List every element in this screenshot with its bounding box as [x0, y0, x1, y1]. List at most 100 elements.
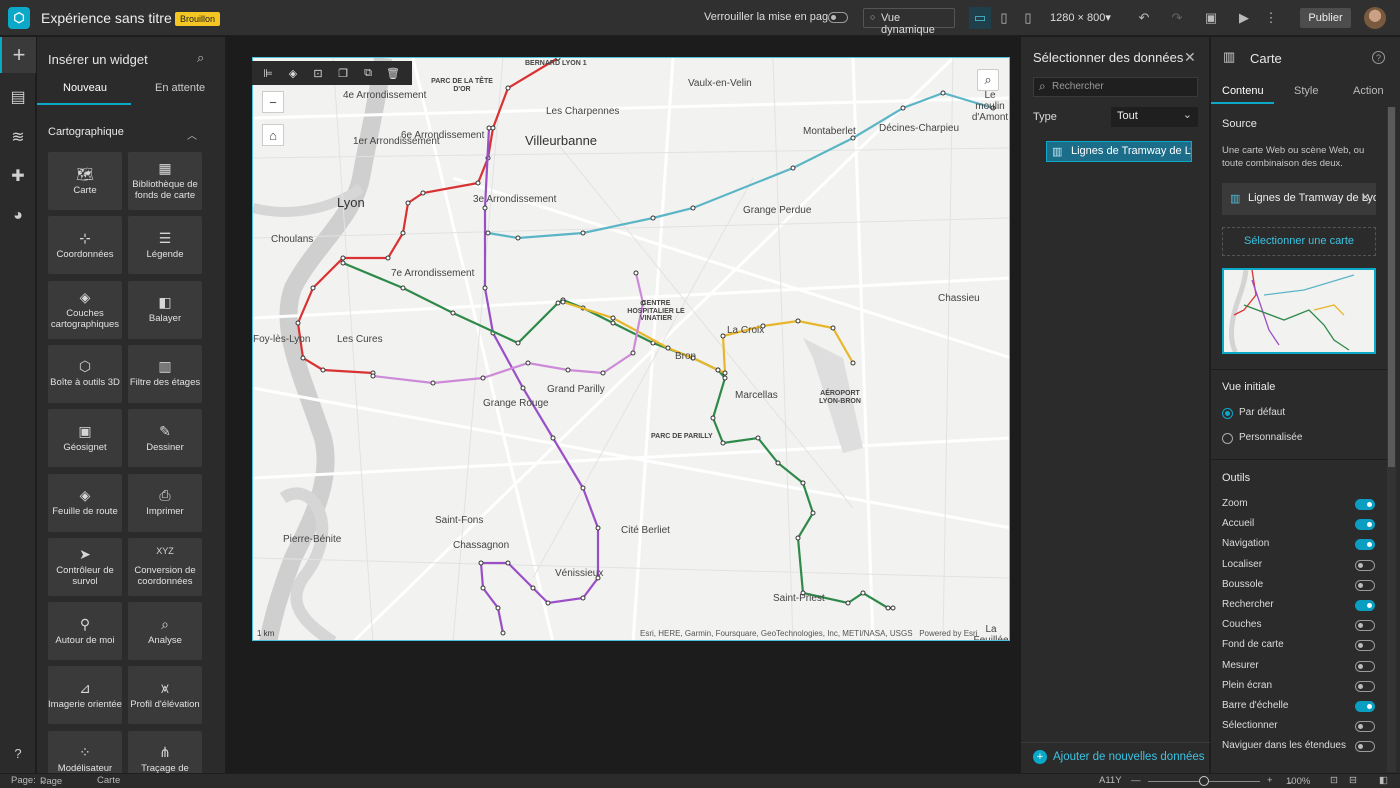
scrollbar-thumb[interactable] — [1388, 107, 1395, 467]
tram-stop[interactable] — [830, 325, 836, 331]
tool-toggle[interactable] — [1355, 579, 1375, 591]
tool-toggle[interactable] — [1355, 701, 1375, 712]
tram-line-t5[interactable] — [562, 300, 854, 375]
radio-custom[interactable] — [1222, 433, 1233, 444]
tram-stop[interactable] — [385, 255, 391, 261]
tram-stop[interactable] — [400, 285, 406, 291]
phone-device-icon[interactable]: ▯ — [1017, 7, 1039, 29]
select-map-button[interactable]: Sélectionner une carte — [1222, 227, 1376, 256]
tram-stop[interactable] — [478, 560, 484, 566]
widget-fly-controller[interactable]: ➤ Contrôleur de survol — [48, 537, 122, 596]
tram-stop[interactable] — [475, 180, 481, 186]
widget-floor-filter[interactable]: ▥ Filtre des étages — [128, 344, 202, 403]
tab-action[interactable]: Action — [1353, 85, 1384, 97]
tram-stop[interactable] — [545, 600, 551, 606]
redo-icon[interactable]: ↷ — [1166, 7, 1188, 29]
tram-stop[interactable] — [850, 360, 856, 366]
tram-stop[interactable] — [320, 367, 326, 373]
widget-near-me[interactable]: ⚲ Autour de moi — [48, 602, 122, 661]
tram-stop[interactable] — [555, 300, 561, 306]
map-search-icon[interactable]: ⌕ — [977, 69, 999, 91]
widget-oriented-imagery[interactable]: ⊿ Imagerie orientée — [48, 666, 122, 725]
preview-icon[interactable]: ▶ — [1233, 7, 1255, 29]
tool-toggle[interactable] — [1355, 640, 1375, 652]
tab-new[interactable]: Nouveau — [63, 82, 107, 94]
tram-stop[interactable] — [715, 367, 721, 373]
home-icon[interactable]: ⌂ — [262, 124, 284, 146]
tram-stop[interactable] — [600, 370, 606, 376]
tram-stop[interactable] — [495, 605, 501, 611]
publish-button[interactable]: Publier — [1300, 8, 1351, 28]
tram-stop[interactable] — [485, 230, 491, 236]
tram-stop[interactable] — [722, 370, 728, 376]
search-icon[interactable]: ⌕ — [197, 50, 204, 66]
save-icon[interactable]: ▣ — [1200, 7, 1222, 29]
tram-stop[interactable] — [775, 460, 781, 466]
tram-stop[interactable] — [420, 190, 426, 196]
widget-print[interactable]: ⎙ Imprimer — [128, 473, 202, 532]
tram-stop[interactable] — [580, 595, 586, 601]
tram-stop[interactable] — [505, 85, 511, 91]
tram-stop[interactable] — [340, 260, 346, 266]
tram-stop[interactable] — [520, 385, 526, 391]
tram-stop[interactable] — [480, 375, 486, 381]
tram-stop[interactable] — [810, 510, 816, 516]
tram-stop[interactable] — [300, 355, 306, 361]
widget-layers[interactable]: ◈ Couches cartographiques — [48, 280, 122, 339]
tram-stop[interactable] — [845, 600, 851, 606]
widget-tracing[interactable]: ⋔ Traçage de — [128, 730, 202, 773]
zoom-slider-handle[interactable] — [1199, 776, 1209, 786]
undo-icon[interactable]: ↶ — [1133, 7, 1155, 29]
tram-stop[interactable] — [890, 605, 896, 611]
breadcrumb[interactable]: Carte — [97, 775, 120, 786]
add-data-button[interactable]: + Ajouter de nouvelles données — [1033, 750, 1205, 764]
tab-pending[interactable]: En attente — [155, 82, 205, 94]
widget-draw[interactable]: ✎ Dessiner — [128, 409, 202, 468]
radio-default[interactable] — [1222, 408, 1233, 419]
tool-toggle[interactable] — [1355, 741, 1375, 753]
widget-map[interactable]: 🗺 Carte — [48, 152, 122, 210]
tram-stop[interactable] — [633, 270, 639, 276]
tram-stop[interactable] — [610, 315, 616, 321]
delete-icon[interactable]: 🗑 — [382, 67, 404, 80]
tram-stop[interactable] — [486, 125, 492, 131]
tram-stop[interactable] — [480, 585, 486, 591]
chevron-up-icon[interactable]: ︿ — [187, 127, 197, 142]
scrollbar[interactable] — [1387, 107, 1396, 772]
copy-icon[interactable]: ❐ — [332, 67, 354, 80]
tram-stop[interactable] — [525, 360, 531, 366]
lock-icon[interactable]: ⊡ — [307, 67, 329, 80]
tool-toggle[interactable] — [1355, 519, 1375, 531]
widget-elevation-profile[interactable]: ⩙ Profil d'élévation — [128, 666, 202, 725]
search-input[interactable]: Rechercher — [1033, 77, 1198, 97]
align-icon[interactable]: ⊫ — [257, 67, 279, 80]
tram-stop[interactable] — [610, 320, 616, 326]
layers-icon[interactable]: ◈ — [282, 67, 304, 80]
desktop-device-icon[interactable]: ▭ — [969, 7, 991, 29]
app-logo-icon[interactable]: ⬡ — [8, 7, 30, 29]
tram-stop[interactable] — [430, 380, 436, 386]
tram-line-t6[interactable] — [372, 272, 645, 385]
tram-stop[interactable] — [860, 590, 866, 596]
theme-icon[interactable]: ◕ — [0, 198, 36, 234]
panel-toggle-icon[interactable]: ◧ — [1379, 775, 1388, 786]
widget-basemap-gallery[interactable]: ▦ Bibliothèque de fonds de carte — [128, 152, 202, 210]
map-widget[interactable]: BERNARD LYON 1 Vaulx-en-Velin PARC DE LA T… — [252, 57, 1010, 641]
tram-stop[interactable] — [690, 205, 696, 211]
tram-stop[interactable] — [310, 285, 316, 291]
tram-stop[interactable] — [490, 125, 496, 131]
data-icon[interactable]: ≋ — [0, 119, 36, 155]
a11y-button[interactable]: A11Y — [1099, 775, 1122, 786]
zoom-out-icon[interactable]: — — [1131, 775, 1141, 786]
insert-widget-icon[interactable]: + — [0, 37, 36, 73]
fit-width-icon[interactable]: ⊡ — [1330, 775, 1338, 786]
widget-swipe[interactable]: ◧ Balayer — [128, 280, 202, 339]
tool-toggle[interactable] — [1355, 600, 1375, 611]
tram-stop[interactable] — [650, 215, 656, 221]
widget-coordinate-conversion[interactable]: XYZ Conversion de coordonnées — [128, 537, 202, 596]
tram-stop[interactable] — [885, 605, 891, 611]
tram-stop[interactable] — [500, 630, 506, 636]
tram-stop[interactable] — [565, 367, 571, 373]
tool-toggle[interactable] — [1355, 559, 1375, 571]
tram-stop[interactable] — [795, 318, 801, 324]
